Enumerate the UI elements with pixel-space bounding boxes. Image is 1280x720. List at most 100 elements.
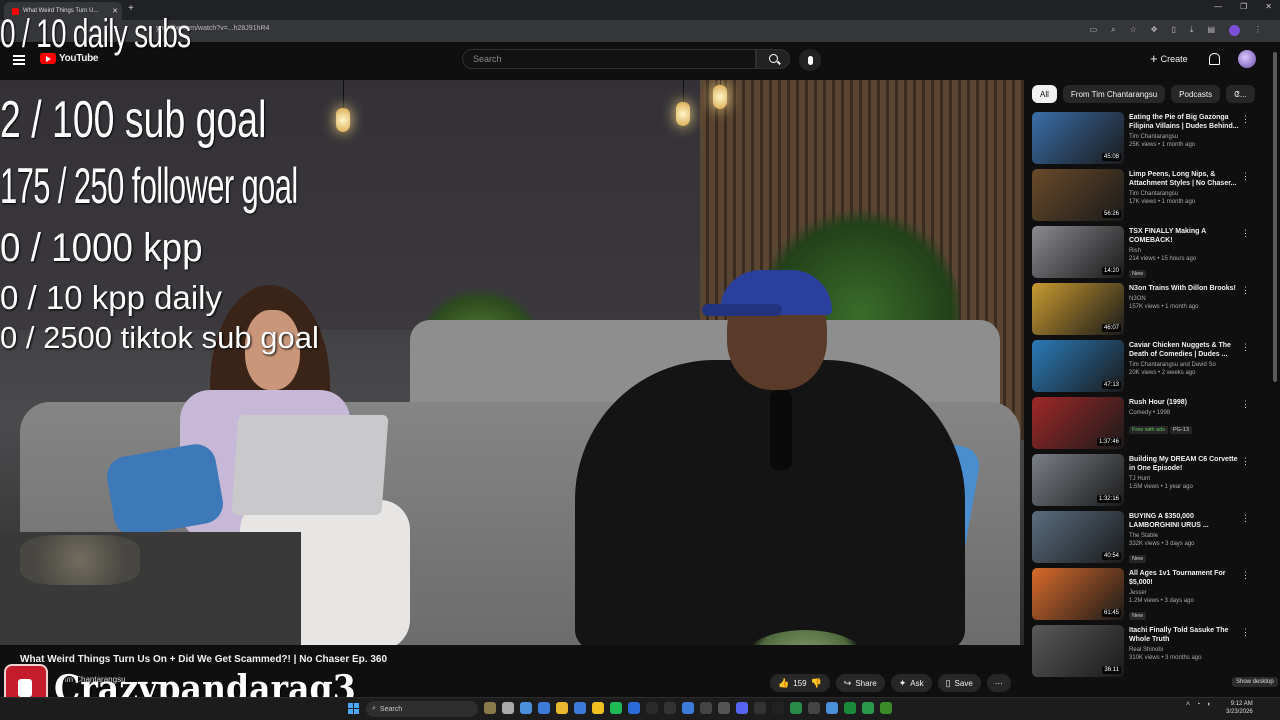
- more-actions-button[interactable]: ⋯: [986, 674, 1011, 692]
- more-options-icon[interactable]: ⋮: [1241, 285, 1250, 296]
- app-icon[interactable]: [646, 702, 658, 714]
- excel-icon[interactable]: [844, 702, 856, 714]
- recommendation-item[interactable]: 1:37:46 Rush Hour (1998) Comedy • 1998 F…: [1032, 397, 1258, 454]
- recommendation-title[interactable]: TSX FINALLY Making A COMEBACK!: [1129, 227, 1244, 245]
- app-icon[interactable]: [700, 702, 712, 714]
- zoom-icon[interactable]: ⌕: [1111, 25, 1115, 36]
- chip-all[interactable]: All: [1032, 85, 1057, 103]
- more-options-icon[interactable]: ⋮: [1241, 342, 1250, 353]
- close-window-icon[interactable]: ✕: [1265, 2, 1272, 11]
- recommendation-channel[interactable]: Tim Chantarangsu: [1129, 191, 1244, 197]
- task-view-icon[interactable]: [502, 702, 514, 714]
- spotify-icon[interactable]: [610, 702, 622, 714]
- scrollbar-thumb[interactable]: [1273, 52, 1277, 382]
- cast-icon[interactable]: ▭: [1090, 25, 1098, 36]
- recommendation-item[interactable]: 61:45 All Ages 1v1 Tournament For $5,000…: [1032, 568, 1258, 625]
- recommendation-channel[interactable]: Tim Chantarangsu and David So: [1129, 362, 1244, 368]
- wifi-icon[interactable]: ◔: [1196, 701, 1200, 708]
- volume-icon[interactable]: ◖: [1206, 701, 1210, 708]
- taskbar-clock[interactable]: 9:12 AM 3/23/2026: [1226, 700, 1253, 716]
- recommendation-thumbnail[interactable]: 36:11: [1032, 625, 1124, 677]
- recommendation-title[interactable]: N3on Trains With Dillon Brooks!: [1129, 284, 1244, 293]
- recommendation-thumbnail[interactable]: 56:26: [1032, 169, 1124, 221]
- recommendation-channel[interactable]: The Stable: [1129, 533, 1244, 539]
- app-icon[interactable]: [682, 702, 694, 714]
- recommendation-thumbnail[interactable]: 46:07: [1032, 283, 1124, 335]
- edge-icon[interactable]: [538, 702, 550, 714]
- recommendation-channel[interactable]: Jesser: [1129, 590, 1244, 596]
- app-icon[interactable]: [772, 702, 784, 714]
- sidepanel-icon[interactable]: ▯: [1171, 25, 1175, 36]
- recommendation-channel[interactable]: Rish: [1129, 248, 1244, 254]
- windows-start-icon[interactable]: [348, 703, 359, 714]
- more-options-icon[interactable]: ⋮: [1241, 456, 1250, 467]
- thumbs-down-icon[interactable]: 👎: [811, 678, 822, 689]
- more-options-icon[interactable]: ⋮: [1241, 171, 1250, 182]
- chip-podcasts[interactable]: Podcasts: [1171, 85, 1221, 103]
- like-button[interactable]: 👍 159 👎: [770, 674, 830, 692]
- discord-icon[interactable]: [736, 702, 748, 714]
- taskbar-search[interactable]: ⌕ Search: [366, 701, 478, 717]
- more-options-icon[interactable]: ⋮: [1241, 513, 1250, 524]
- app-icon[interactable]: [484, 702, 496, 714]
- notifications-bell-icon[interactable]: [1209, 53, 1220, 65]
- recommendation-item[interactable]: 56:26 Limp Peens, Long Nips, & Attachmen…: [1032, 169, 1258, 226]
- minecraft-icon[interactable]: [880, 702, 892, 714]
- recommendation-item[interactable]: 1:32:16 Building My DREAM C6 Corvette in…: [1032, 454, 1258, 511]
- app-icon[interactable]: [718, 702, 730, 714]
- app-icon[interactable]: [754, 702, 766, 714]
- tiktok-icon[interactable]: [664, 702, 676, 714]
- minimize-icon[interactable]: —: [1214, 2, 1222, 11]
- recommendation-thumbnail[interactable]: 1:32:16: [1032, 454, 1124, 506]
- restore-icon[interactable]: ❐: [1240, 2, 1247, 11]
- recommendation-thumbnail[interactable]: 47:13: [1032, 340, 1124, 392]
- page-scrollbar[interactable]: [1272, 42, 1278, 682]
- chrome-icon[interactable]: [592, 702, 604, 714]
- share-button[interactable]: ↪ Share: [835, 674, 885, 692]
- recommendation-channel[interactable]: Tim Chantarangsu: [1129, 134, 1244, 140]
- recommendation-thumbnail[interactable]: 45:08: [1032, 112, 1124, 164]
- split-icon[interactable]: ▤: [1207, 25, 1215, 36]
- recommendation-title[interactable]: All Ages 1v1 Tournament For $5,000!: [1129, 569, 1244, 587]
- recommendation-title[interactable]: Eating the Pie of Big Gazonga Filipina V…: [1129, 113, 1244, 131]
- browser-profile-avatar[interactable]: [1229, 25, 1240, 36]
- tray-chevron-icon[interactable]: ˄: [1186, 701, 1190, 708]
- recommendation-thumbnail[interactable]: 40:54: [1032, 511, 1124, 563]
- recommendation-channel[interactable]: N3ON: [1129, 296, 1244, 302]
- more-options-icon[interactable]: ⋮: [1241, 399, 1250, 410]
- recommendation-title[interactable]: Itachi Finally Told Sasuke The Whole Tru…: [1129, 626, 1244, 644]
- app-icon[interactable]: [790, 702, 802, 714]
- app-icon[interactable]: [826, 702, 838, 714]
- recommendation-title[interactable]: Rush Hour (1998): [1129, 398, 1244, 407]
- download-icon[interactable]: ⤓: [1190, 25, 1194, 36]
- recommendation-title[interactable]: Limp Peens, Long Nips, & Attachment Styl…: [1129, 170, 1244, 188]
- file-explorer-icon[interactable]: [556, 702, 568, 714]
- more-options-icon[interactable]: ⋮: [1241, 570, 1250, 581]
- ask-button[interactable]: ✦ Ask: [890, 674, 932, 692]
- more-options-icon[interactable]: ⋮: [1241, 114, 1250, 125]
- app-icon[interactable]: [574, 702, 586, 714]
- recommendation-thumbnail[interactable]: 61:45: [1032, 568, 1124, 620]
- recommendation-title[interactable]: Caviar Chicken Nuggets & The Death of Co…: [1129, 341, 1244, 359]
- save-button[interactable]: ▯ Save: [937, 674, 981, 692]
- recommendation-thumbnail[interactable]: 14:20: [1032, 226, 1124, 278]
- recommendation-item[interactable]: 40:54 BUYING A $350,000 LAMBORGHINI URUS…: [1032, 511, 1258, 568]
- recommendation-channel[interactable]: Comedy • 1998: [1129, 410, 1244, 416]
- search-button[interactable]: [756, 49, 790, 69]
- recommendation-item[interactable]: 47:13 Caviar Chicken Nuggets & The Death…: [1032, 340, 1258, 397]
- app-icon[interactable]: [628, 702, 640, 714]
- recommendation-channel[interactable]: TJ Hunt: [1129, 476, 1244, 482]
- recommendation-thumbnail[interactable]: 1:37:46: [1032, 397, 1124, 449]
- search-input[interactable]: Search: [462, 49, 756, 69]
- app-icon[interactable]: [808, 702, 820, 714]
- voice-search-button[interactable]: [799, 49, 821, 71]
- extensions-icon[interactable]: ✥: [1151, 25, 1158, 36]
- more-options-icon[interactable]: ⋮: [1241, 228, 1250, 239]
- chevron-right-icon[interactable]: ›: [1236, 88, 1239, 99]
- app-icon[interactable]: [862, 702, 874, 714]
- recommendation-item[interactable]: 46:07 N3on Trains With Dillon Brooks! N3…: [1032, 283, 1258, 340]
- recommendation-item[interactable]: 45:08 Eating the Pie of Big Gazonga Fili…: [1032, 112, 1258, 169]
- recommendation-item[interactable]: 14:20 TSX FINALLY Making A COMEBACK! Ris…: [1032, 226, 1258, 283]
- browser-menu-icon[interactable]: ⋮: [1254, 25, 1262, 36]
- more-options-icon[interactable]: ⋮: [1241, 627, 1250, 638]
